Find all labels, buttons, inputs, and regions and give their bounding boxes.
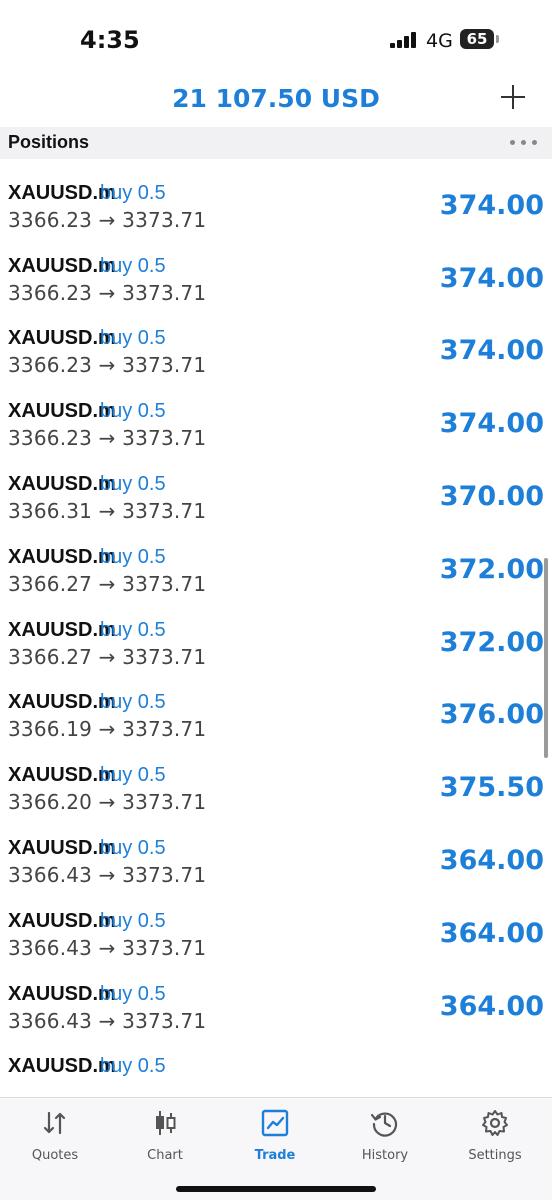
position-side-volume: buy 0.5 bbox=[100, 545, 166, 568]
positions-list[interactable]: XAUUSD.m buy 0.5 3366.20 → 3373.71 375.5… bbox=[0, 159, 552, 1097]
position-profit: 370.00 bbox=[439, 480, 544, 512]
position-profit: 364.00 bbox=[439, 917, 544, 949]
position-side-volume: buy 0.5 bbox=[100, 327, 166, 350]
network-type: 4G bbox=[426, 30, 453, 52]
position-row[interactable]: XAUUSD.m buy 0.5 3366.20 → 3373.71 375.5… bbox=[0, 756, 552, 829]
cellular-signal-icon bbox=[390, 32, 416, 48]
position-row[interactable]: XAUUSD.m buy 0.5 3366.23 → 3373.71 374.0… bbox=[0, 319, 552, 392]
position-profit: 364.00 bbox=[439, 990, 544, 1022]
position-side-volume: buy 0.5 bbox=[100, 909, 166, 932]
trade-icon bbox=[261, 1109, 289, 1137]
positions-section-header: Positions bbox=[0, 127, 552, 159]
position-side-volume: buy 0.5 bbox=[100, 982, 166, 1005]
position-profit: 376.00 bbox=[439, 699, 544, 731]
position-side-volume: buy 0.5 bbox=[100, 254, 166, 277]
position-profit: 374.00 bbox=[439, 189, 544, 221]
position-prices: 3366.27 → 3373.71 bbox=[8, 571, 207, 596]
tab-label: Chart bbox=[147, 1148, 183, 1163]
position-side-volume: buy 0.5 bbox=[100, 836, 166, 859]
position-side-volume: buy 0.5 bbox=[100, 400, 166, 423]
position-row[interactable]: XAUUSD.m buy 0.5 3366.27 → 3373.71 372.0… bbox=[0, 611, 552, 684]
section-title: Positions bbox=[8, 132, 90, 152]
position-prices: 3366.43 → 3373.71 bbox=[8, 935, 207, 960]
position-prices: 3366.20 → 3373.71 bbox=[8, 790, 207, 815]
home-indicator bbox=[176, 1186, 376, 1192]
add-order-button[interactable] bbox=[496, 80, 530, 114]
position-row[interactable]: XAUUSD.m buy 0.5 3366.20 → 3373.71 375.5… bbox=[0, 159, 552, 174]
quotes-icon bbox=[43, 1111, 66, 1135]
position-side-volume: buy 0.5 bbox=[100, 618, 166, 641]
more-options-icon[interactable] bbox=[510, 140, 538, 146]
position-row[interactable]: XAUUSD.m buy 0.5 3366.43 → 3373.71 364.0… bbox=[0, 829, 552, 902]
position-profit: 372.00 bbox=[439, 626, 544, 658]
position-row[interactable]: XAUUSD.m buy 0.5 3366.23 → 3373.71 374.0… bbox=[0, 174, 552, 247]
position-side-volume: buy 0.5 bbox=[100, 472, 166, 495]
battery-tip bbox=[496, 35, 499, 43]
position-prices: 3366.19 → 3373.71 bbox=[8, 717, 207, 742]
position-prices: 3366.23 → 3373.71 bbox=[8, 353, 207, 378]
position-row[interactable]: XAUUSD.m buy 0.5 3366.43 → 3373.71 364.0… bbox=[0, 902, 552, 975]
settings-icon bbox=[482, 1110, 508, 1136]
account-balance[interactable]: 21 107.50 USD bbox=[0, 84, 552, 113]
position-row[interactable]: XAUUSD.m buy 0.5 3366.19 → 3373.71 376.0… bbox=[0, 683, 552, 756]
position-profit: 374.00 bbox=[439, 335, 544, 367]
history-icon bbox=[370, 1112, 398, 1137]
list-scrollbar[interactable] bbox=[544, 558, 548, 758]
bottom-tab-bar: Quotes Chart Trade History Settings bbox=[0, 1097, 552, 1200]
tab-settings[interactable]: Settings bbox=[440, 1106, 550, 1166]
position-prices: 3366.31 → 3373.71 bbox=[8, 498, 207, 523]
tab-history[interactable]: History bbox=[330, 1106, 440, 1166]
position-prices: 3366.23 → 3373.71 bbox=[8, 426, 207, 451]
battery-icon: 65 bbox=[460, 29, 494, 49]
position-side-volume: buy 0.5 bbox=[100, 181, 166, 204]
position-profit: 372.00 bbox=[439, 553, 544, 585]
position-profit: 374.00 bbox=[439, 262, 544, 294]
status-time: 4:35 bbox=[80, 26, 140, 54]
position-row[interactable]: XAUUSD.m buy 0.5 bbox=[0, 1047, 552, 1097]
tab-label: Trade bbox=[254, 1148, 296, 1163]
tab-trade[interactable]: Trade bbox=[220, 1106, 330, 1166]
position-profit: 364.00 bbox=[439, 844, 544, 876]
tab-label: Quotes bbox=[31, 1148, 79, 1163]
position-profit: 374.00 bbox=[439, 408, 544, 440]
position-row[interactable]: XAUUSD.m buy 0.5 3366.23 → 3373.71 374.0… bbox=[0, 392, 552, 465]
position-side-volume: buy 0.5 bbox=[100, 764, 166, 787]
header: 21 107.50 USD bbox=[0, 80, 552, 126]
position-row[interactable]: XAUUSD.m buy 0.5 3366.43 → 3373.71 364.0… bbox=[0, 975, 552, 1048]
tab-label: History bbox=[361, 1148, 409, 1163]
position-row[interactable]: XAUUSD.m buy 0.5 3366.27 → 3373.71 372.0… bbox=[0, 538, 552, 611]
tab-chart[interactable]: Chart bbox=[110, 1106, 220, 1166]
status-bar: 4:35 4G 65 bbox=[0, 0, 552, 80]
position-prices: 3366.43 → 3373.71 bbox=[8, 862, 207, 887]
position-row[interactable]: XAUUSD.m buy 0.5 3366.23 → 3373.71 374.0… bbox=[0, 247, 552, 320]
position-prices: 3366.27 → 3373.71 bbox=[8, 644, 207, 669]
position-prices: 3366.43 → 3373.71 bbox=[8, 1008, 207, 1033]
tab-quotes[interactable]: Quotes bbox=[0, 1106, 110, 1166]
position-row[interactable]: XAUUSD.m buy 0.5 3366.31 → 3373.71 370.0… bbox=[0, 465, 552, 538]
position-profit: 375.50 bbox=[439, 772, 544, 804]
position-prices: 3366.23 → 3373.71 bbox=[8, 207, 207, 232]
positions-list-content: XAUUSD.m buy 0.5 3366.20 → 3373.71 375.5… bbox=[0, 159, 552, 1097]
tab-label: Settings bbox=[468, 1148, 522, 1163]
position-side-volume: buy 0.5 bbox=[100, 1055, 166, 1078]
position-side-volume: buy 0.5 bbox=[100, 691, 166, 714]
chart-icon bbox=[156, 1111, 176, 1135]
position-prices: 3366.23 → 3373.71 bbox=[8, 280, 207, 305]
